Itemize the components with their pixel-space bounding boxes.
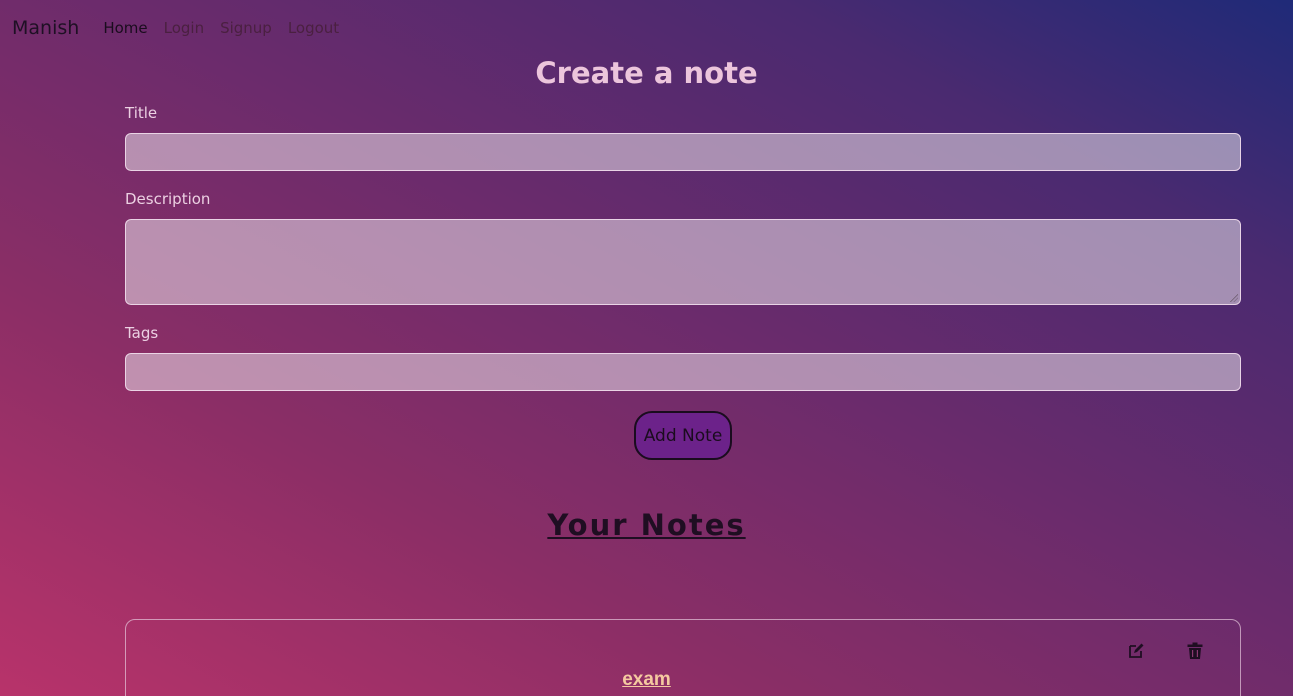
brand-logo[interactable]: Manish: [12, 17, 79, 39]
nav-link-login[interactable]: Login: [164, 19, 204, 37]
note-title-link[interactable]: exam: [0, 669, 1293, 691]
description-textarea[interactable]: [125, 219, 1241, 305]
description-label: Description: [125, 190, 211, 208]
trash-icon[interactable]: [1185, 641, 1205, 661]
title-label: Title: [125, 104, 158, 122]
nav-link-logout[interactable]: Logout: [288, 19, 339, 37]
edit-icon[interactable]: [1126, 641, 1146, 661]
tags-input[interactable]: [125, 353, 1241, 391]
resize-handle-icon[interactable]: [1230, 294, 1238, 302]
nav-link-home[interactable]: Home: [103, 19, 147, 37]
notes-heading: Your Notes: [547, 508, 746, 542]
title-input[interactable]: [125, 133, 1241, 171]
navbar: Manish Home Login Signup Logout: [0, 0, 1293, 56]
tags-label: Tags: [125, 324, 159, 342]
add-note-button[interactable]: Add Note: [634, 411, 732, 460]
page-title: Create a note: [535, 56, 758, 90]
nav-link-signup[interactable]: Signup: [220, 19, 272, 37]
